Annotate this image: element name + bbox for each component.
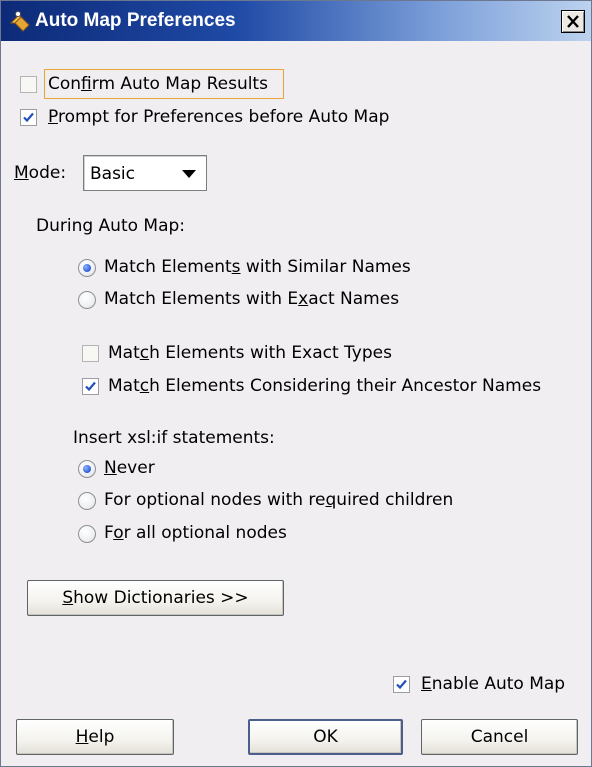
exact-names-radio[interactable] <box>78 291 96 309</box>
all-optional-radio[interactable] <box>78 525 96 543</box>
title-bar[interactable]: Auto Map Preferences <box>1 1 591 41</box>
check-mark-icon <box>396 679 407 690</box>
exact-types-label[interactable]: Match Elements with Exact Types <box>108 343 392 363</box>
required-children-label[interactable]: For optional nodes with required childre… <box>104 490 453 510</box>
ancestor-names-label[interactable]: Match Elements Considering their Ancesto… <box>108 376 541 396</box>
prompt-preferences-checkbox[interactable] <box>20 109 37 126</box>
window-title: Auto Map Preferences <box>35 10 236 31</box>
confirm-results-checkbox[interactable] <box>20 76 37 93</box>
check-mark-icon <box>85 381 96 392</box>
cancel-button[interactable]: Cancel <box>421 719 578 755</box>
chevron-down-icon <box>182 170 196 178</box>
confirm-results-label[interactable]: Confirm Auto Map Results <box>48 74 268 94</box>
ok-button[interactable]: OK <box>248 719 403 755</box>
all-optional-label[interactable]: For all optional nodes <box>104 523 287 543</box>
auto-map-preferences-dialog: Auto Map Preferences Confirm Auto Map Re… <box>0 0 592 767</box>
app-icon <box>9 9 33 33</box>
mode-select-value: Basic <box>90 164 136 184</box>
mode-select[interactable]: Basic <box>83 155 207 191</box>
help-button[interactable]: Help <box>16 719 174 755</box>
never-radio[interactable] <box>78 460 96 478</box>
enable-auto-map-label[interactable]: Enable Auto Map <box>421 674 565 694</box>
mode-label: Mode: <box>14 163 67 183</box>
similar-names-radio[interactable] <box>78 259 96 277</box>
close-icon <box>567 15 579 28</box>
exact-types-checkbox[interactable] <box>82 345 99 362</box>
check-mark-icon <box>23 112 34 123</box>
exact-names-label[interactable]: Match Elements with Exact Names <box>104 289 399 309</box>
required-children-radio[interactable] <box>78 492 96 510</box>
xslif-heading: Insert xsl:if statements: <box>73 428 275 448</box>
radio-selected-dot <box>83 264 91 272</box>
radio-selected-dot <box>83 465 91 473</box>
prompt-preferences-label[interactable]: Prompt for Preferences before Auto Map <box>48 107 389 127</box>
show-dictionaries-button[interactable]: Show Dictionaries >> <box>27 580 284 616</box>
enable-auto-map-checkbox[interactable] <box>393 676 410 693</box>
during-auto-map-heading: During Auto Map: <box>36 216 186 236</box>
close-button[interactable] <box>561 10 585 33</box>
never-label[interactable]: Never <box>104 458 155 478</box>
ancestor-names-checkbox[interactable] <box>82 378 99 395</box>
similar-names-label[interactable]: Match Elements with Similar Names <box>104 257 411 277</box>
